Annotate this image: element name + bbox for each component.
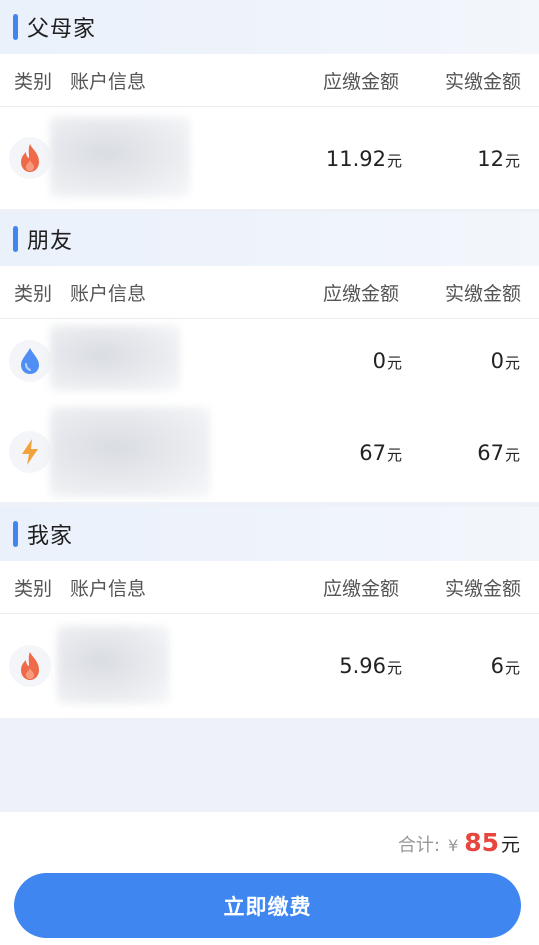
bill-row[interactable]: 67元 67元 <box>0 407 539 502</box>
column-due: 应缴金额 <box>322 577 399 600</box>
group-title: 朋友 <box>27 229 74 254</box>
actual-amount: 6元 <box>490 654 520 678</box>
group-accent-bar <box>13 226 18 252</box>
due-amount: 5.96元 <box>339 654 402 678</box>
water-drop-icon <box>9 340 51 382</box>
column-due: 应缴金额 <box>322 282 399 305</box>
due-amount: 11.92元 <box>325 147 402 171</box>
column-actual: 实缴金额 <box>444 70 521 93</box>
bill-card: 类别 账户信息 应缴金额 实缴金额 11.92元 12元 <box>0 54 539 209</box>
group-my-home: 我家 类别 账户信息 应缴金额 实缴金额 5.96元 6元 <box>0 507 539 718</box>
currency-symbol: ¥ <box>448 836 459 855</box>
total-amount: 85 <box>464 828 499 857</box>
group-friends: 朋友 类别 账户信息 应缴金额 实缴金额 0元 0元 67元 67元 <box>0 212 539 502</box>
account-info-blurred <box>50 325 180 391</box>
total-label: 合计: <box>397 835 440 856</box>
bill-row[interactable]: 0元 0元 <box>0 319 539 407</box>
total-unit: 元 <box>500 834 520 856</box>
group-accent-bar <box>13 521 18 547</box>
column-header-row: 类别 账户信息 应缴金额 实缴金额 <box>0 54 539 107</box>
account-info-blurred <box>50 407 210 497</box>
actual-amount: 12元 <box>477 147 520 171</box>
total-summary: 合计: ¥ 85 元 <box>398 828 520 857</box>
column-type: 类别 <box>14 282 53 305</box>
column-account: 账户信息 <box>70 70 147 93</box>
actual-amount: 67元 <box>477 441 520 465</box>
group-header: 我家 <box>0 507 539 561</box>
column-due: 应缴金额 <box>322 70 399 93</box>
fire-icon <box>9 137 51 179</box>
column-type: 类别 <box>14 577 53 600</box>
group-title: 我家 <box>27 524 74 549</box>
due-amount: 0元 <box>372 349 402 373</box>
column-account: 账户信息 <box>70 577 147 600</box>
due-amount: 67元 <box>359 441 402 465</box>
fire-icon <box>9 645 51 687</box>
group-parents-home: 父母家 类别 账户信息 应缴金额 实缴金额 11.92元 12元 <box>0 0 539 209</box>
account-info-blurred <box>57 626 169 704</box>
column-actual: 实缴金额 <box>444 577 521 600</box>
bill-row[interactable]: 5.96元 6元 <box>0 614 539 718</box>
column-header-row: 类别 账户信息 应缴金额 实缴金额 <box>0 561 539 614</box>
lightning-icon <box>9 431 51 473</box>
group-header: 朋友 <box>0 212 539 266</box>
group-header: 父母家 <box>0 0 539 54</box>
bill-card: 类别 账户信息 应缴金额 实缴金额 0元 0元 67元 67元 <box>0 266 539 502</box>
group-title: 父母家 <box>27 17 97 42</box>
pay-now-button[interactable]: 立即缴费 <box>14 873 521 938</box>
account-info-blurred <box>50 117 190 197</box>
group-accent-bar <box>13 14 18 40</box>
bill-card: 类别 账户信息 应缴金额 实缴金额 5.96元 6元 <box>0 561 539 718</box>
payment-footer: 合计: ¥ 85 元 立即缴费 <box>0 812 539 945</box>
column-account: 账户信息 <box>70 282 147 305</box>
column-actual: 实缴金额 <box>444 282 521 305</box>
column-type: 类别 <box>14 70 53 93</box>
actual-amount: 0元 <box>490 349 520 373</box>
bill-row[interactable]: 11.92元 12元 <box>0 107 539 209</box>
column-header-row: 类别 账户信息 应缴金额 实缴金额 <box>0 266 539 319</box>
